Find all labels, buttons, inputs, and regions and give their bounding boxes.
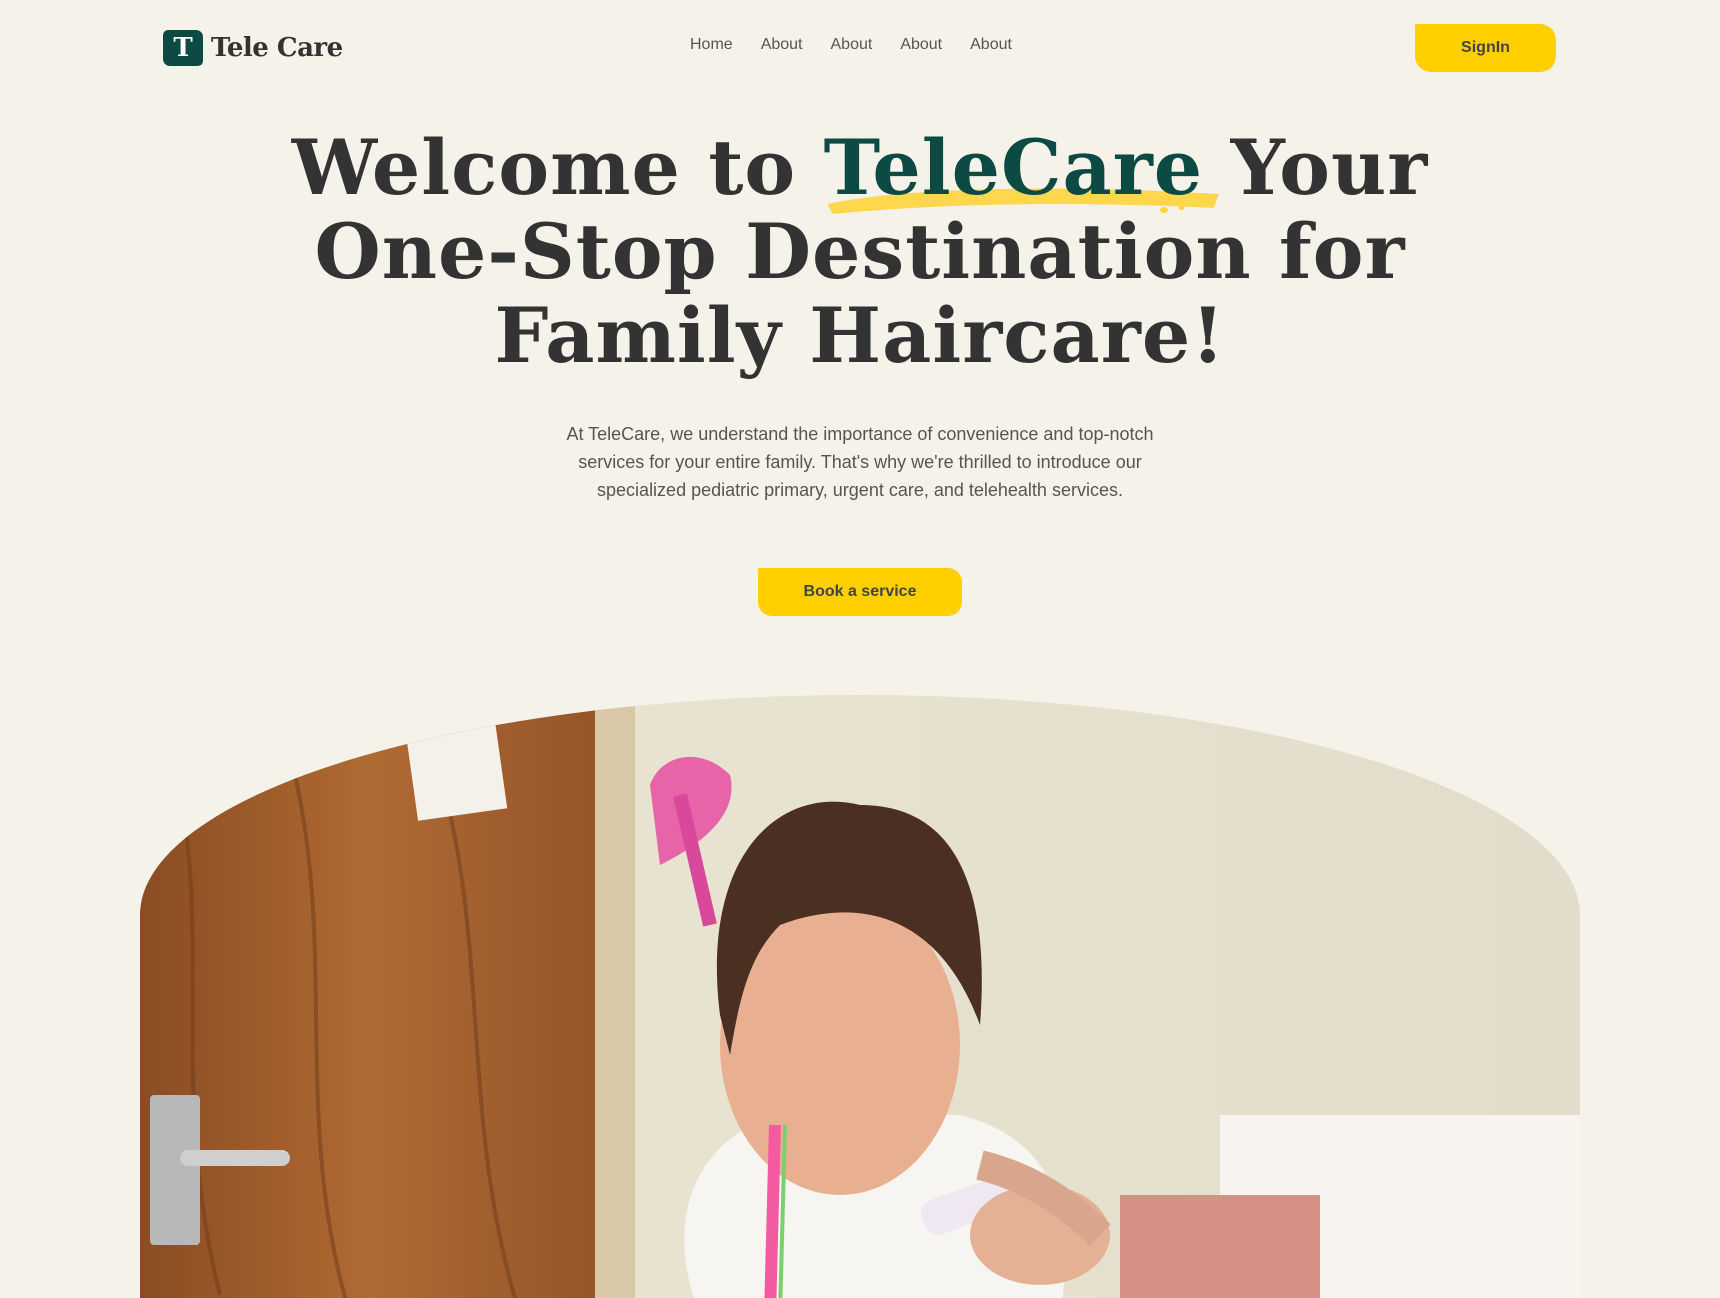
nav-links: Home About About About About [690,36,1012,54]
landing-page: T Tele Care Home About About About About… [0,0,1720,1298]
nav-link-about[interactable]: About [970,36,1012,54]
nav-link-about[interactable]: About [761,36,803,54]
top-nav: T Tele Care Home About About About About… [0,0,1720,96]
nav-link-about[interactable]: About [900,36,942,54]
logo-text: Tele Care [211,33,343,63]
hero-subtitle: At TeleCare, we understand the importanc… [566,424,1154,500]
hero-title-brand: TeleCare [823,123,1219,214]
signin-button[interactable]: SignIn [1415,24,1556,72]
hero-title: Welcome to TeleCare Your One-Stop Destin… [210,126,1510,378]
book-service-button[interactable]: Book a service [758,568,962,616]
hero-title-before: Welcome to [291,123,797,212]
hero-photo [140,695,1580,1298]
logo-mark-icon: T [163,30,203,66]
nav-link-about[interactable]: About [831,36,873,54]
nav-link-home[interactable]: Home [690,36,733,54]
child-bandage-photo [140,695,1580,1298]
hero-title-brand-text: TeleCare [823,123,1204,212]
logo[interactable]: T Tele Care [163,30,343,66]
